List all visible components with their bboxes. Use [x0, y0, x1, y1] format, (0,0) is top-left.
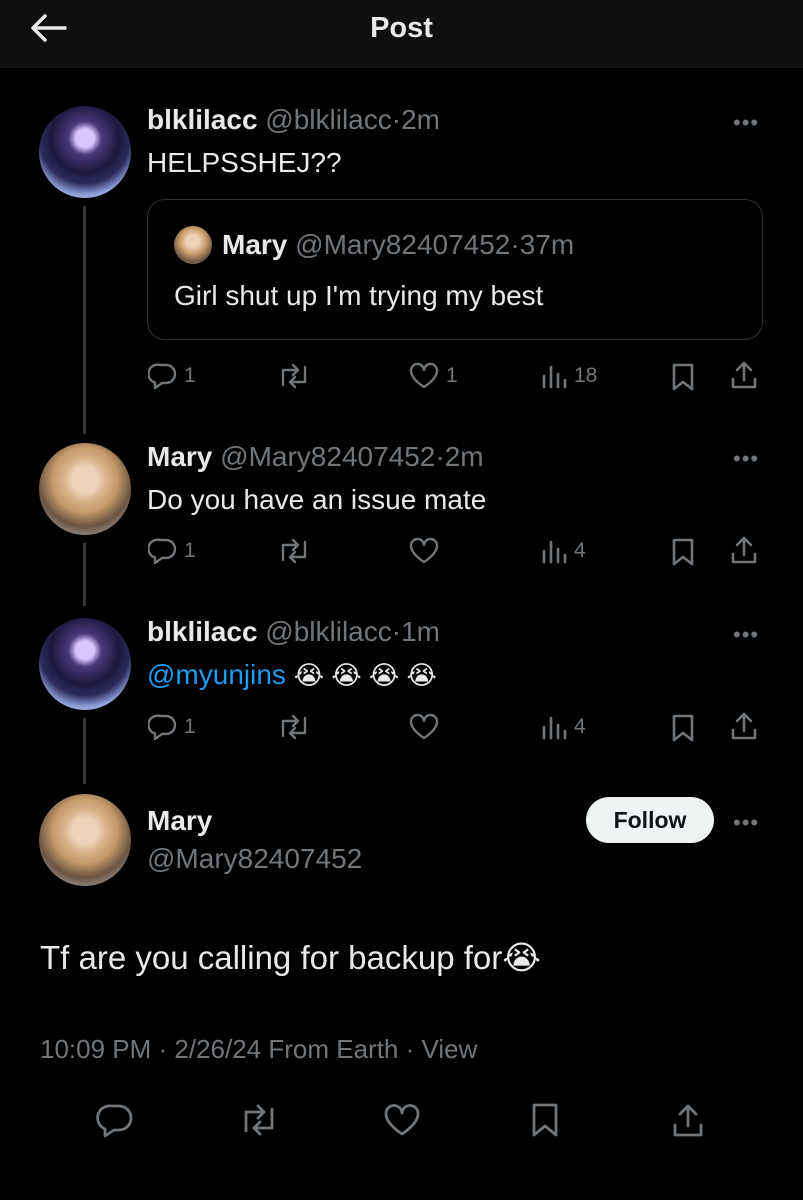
bookmark-button[interactable] — [670, 537, 696, 567]
reply-meta: Mary @Mary82407452·2m — [147, 441, 484, 473]
mention-link[interactable]: @myunjins — [147, 659, 286, 690]
reply-icon — [148, 714, 177, 741]
avatar[interactable] — [39, 794, 131, 886]
share-button[interactable] — [666, 1098, 710, 1142]
like-icon — [409, 362, 439, 389]
separator: · — [435, 441, 445, 472]
thread-line — [83, 206, 86, 434]
views-icon — [542, 540, 567, 564]
author-handle[interactable]: @Mary82407452 — [220, 441, 435, 472]
share-icon — [731, 712, 757, 740]
share-icon — [731, 536, 757, 564]
view-count: 18 — [574, 364, 598, 387]
like-button[interactable] — [380, 1098, 424, 1142]
author-name[interactable]: Mary — [147, 805, 212, 837]
separator: · — [391, 616, 402, 647]
bookmark-icon — [672, 363, 694, 391]
author-name[interactable]: blklilacc — [147, 616, 258, 647]
top-bar: Post — [0, 0, 803, 68]
more-icon[interactable]: ••• — [733, 110, 759, 136]
author-handle: @Mary82407452 — [295, 229, 511, 260]
thread-line — [83, 718, 86, 784]
share-button[interactable] — [730, 535, 758, 565]
crying-emoji: 😭 😭 😭 😭 — [293, 660, 437, 690]
post-text: Tf are you calling for backup for😭 — [40, 939, 541, 976]
post-time[interactable]: 1m — [401, 616, 440, 647]
page-title: Post — [370, 12, 433, 44]
like-icon — [409, 537, 439, 564]
repost-icon — [244, 1104, 274, 1136]
thread-line — [83, 543, 86, 606]
repost-icon — [281, 538, 307, 564]
views-button[interactable]: 18 — [540, 362, 597, 390]
like-button[interactable]: 1 — [408, 362, 458, 390]
more-icon[interactable]: ••• — [733, 622, 759, 648]
repost-icon — [281, 714, 307, 740]
reply-text: Do you have an issue mate — [147, 484, 487, 515]
views-button[interactable]: 4 — [540, 537, 586, 565]
quoted-post[interactable]: Mary @Mary82407452·37m Girl shut up I'm … — [147, 199, 763, 340]
views-button[interactable]: 4 — [540, 713, 586, 741]
reply-count: 1 — [184, 715, 196, 738]
bookmark-icon — [672, 538, 694, 566]
avatar — [174, 226, 212, 264]
repost-button[interactable] — [276, 362, 318, 390]
author-handle[interactable]: @Mary82407452 — [147, 843, 362, 875]
more-icon[interactable]: ••• — [733, 810, 759, 836]
follow-button[interactable]: Follow — [586, 797, 714, 843]
reply-meta: blklilacc @blklilacc·2m — [147, 104, 440, 136]
reply-icon — [148, 363, 177, 390]
avatar[interactable] — [39, 618, 131, 710]
author-handle[interactable]: @blklilacc — [265, 104, 391, 135]
separator: · — [391, 104, 402, 135]
reply-button[interactable]: 1 — [148, 362, 196, 390]
reply-text: @myunjins 😭 😭 😭 😭 — [147, 659, 437, 691]
repost-button[interactable] — [276, 713, 318, 741]
reply-button[interactable] — [93, 1098, 137, 1142]
share-button[interactable] — [730, 360, 758, 390]
like-icon — [409, 713, 439, 740]
reply-button[interactable]: 1 — [148, 537, 196, 565]
like-button[interactable] — [408, 713, 446, 741]
reply-text: HELPSSHEJ?? — [147, 147, 342, 178]
reply-count: 1 — [184, 364, 196, 387]
bookmark-icon — [672, 714, 694, 742]
view-count: 4 — [574, 539, 586, 562]
reply-icon — [148, 538, 177, 565]
author-name: Mary — [222, 229, 288, 260]
post-time[interactable]: 2m — [445, 441, 484, 472]
repost-button[interactable] — [276, 537, 318, 565]
reply-button[interactable]: 1 — [148, 713, 196, 741]
bookmark-button[interactable] — [670, 362, 696, 392]
avatar[interactable] — [39, 443, 131, 535]
reply-count: 1 — [184, 539, 196, 562]
reply-icon — [96, 1104, 133, 1138]
bookmark-button[interactable] — [523, 1098, 567, 1142]
quote-meta: Mary @Mary82407452·37m — [222, 229, 574, 261]
author-name[interactable]: Mary — [147, 441, 212, 472]
post-time: 37m — [519, 229, 575, 260]
views-icon — [542, 365, 567, 389]
avatar[interactable] — [39, 106, 131, 198]
author-name[interactable]: blklilacc — [147, 104, 258, 135]
view-count: 4 — [574, 715, 586, 738]
quote-text: Girl shut up I'm trying my best — [174, 280, 544, 311]
views-icon — [542, 716, 567, 740]
like-button[interactable] — [408, 537, 446, 565]
reply-meta: blklilacc @blklilacc·1m — [147, 616, 440, 648]
bookmark-icon — [532, 1103, 558, 1137]
post-timestamp[interactable]: 10:09 PM · 2/26/24 From Earth · View — [40, 1034, 477, 1065]
repost-button[interactable] — [237, 1098, 281, 1142]
bookmark-button[interactable] — [670, 713, 696, 743]
repost-icon — [281, 363, 307, 389]
share-icon — [673, 1104, 703, 1137]
share-button[interactable] — [730, 711, 758, 741]
more-icon[interactable]: ••• — [733, 446, 759, 472]
share-icon — [731, 361, 757, 389]
like-count: 1 — [446, 364, 458, 387]
author-handle[interactable]: @blklilacc — [265, 616, 391, 647]
post-time[interactable]: 2m — [401, 104, 440, 135]
separator: · — [510, 229, 520, 260]
like-icon — [384, 1104, 420, 1136]
